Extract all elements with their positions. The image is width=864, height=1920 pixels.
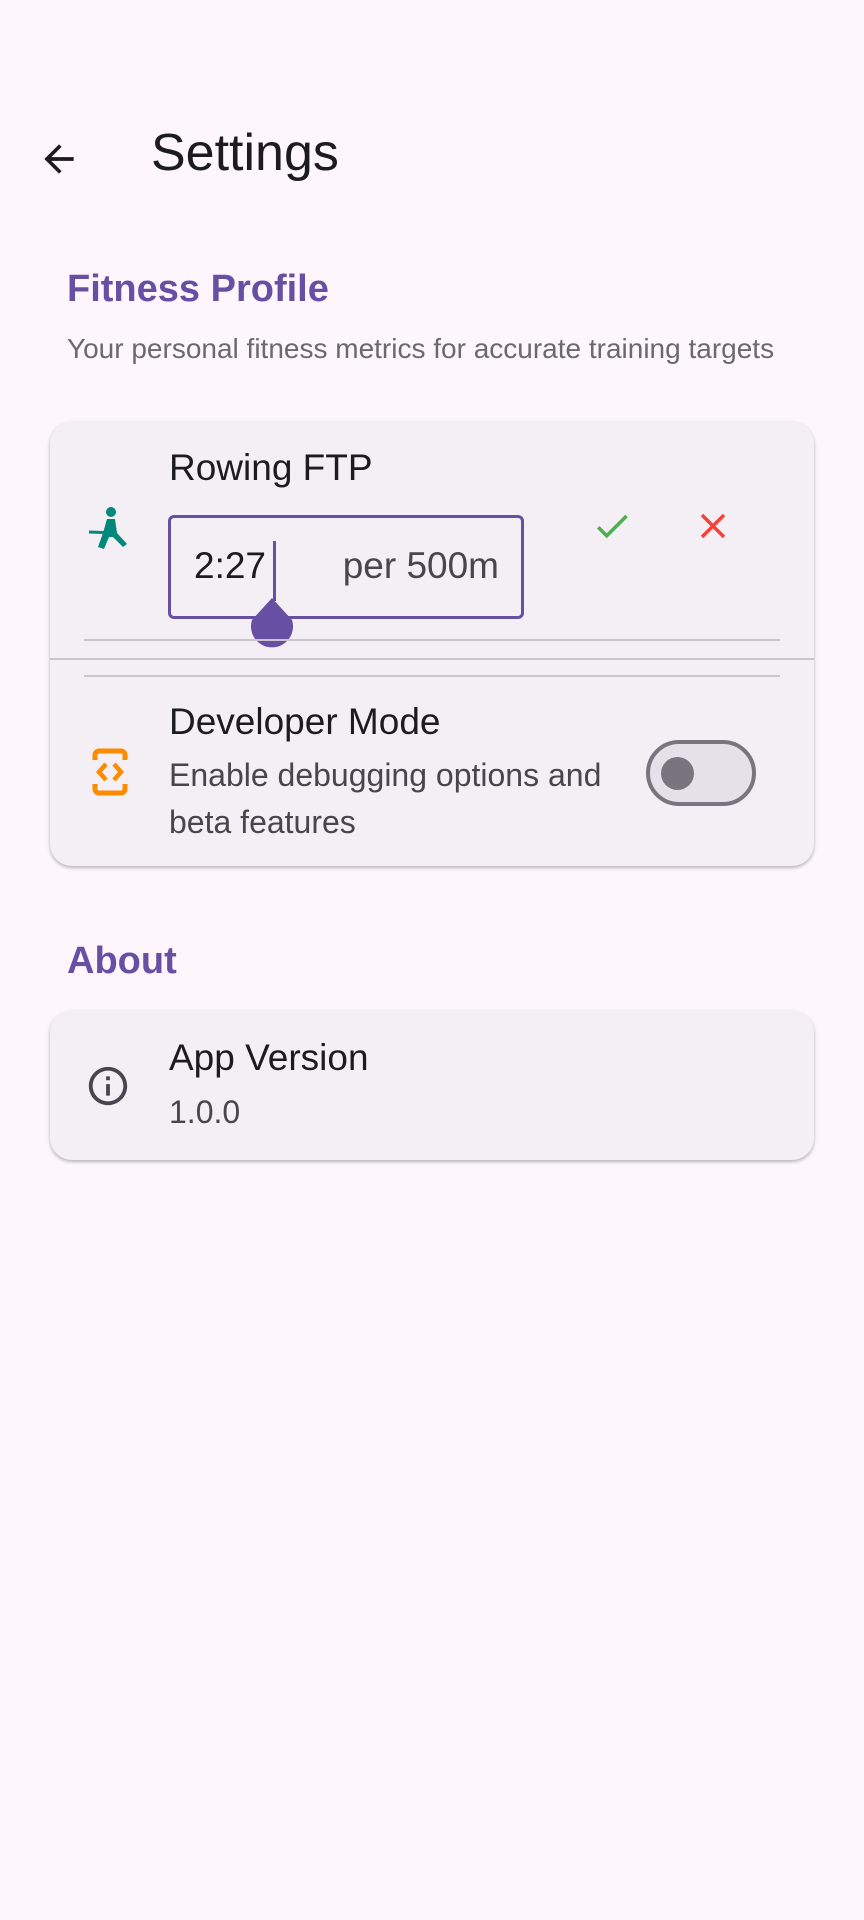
row-divider-inset: [84, 675, 780, 677]
fitness-profile-description: Your personal fitness metrics for accura…: [67, 333, 775, 364]
fitness-settings-card: Rowing FTP 2:27 per 500m Developer Mode …: [50, 422, 814, 866]
developer-mode-toggle[interactable]: [646, 740, 756, 806]
rowing-icon: [86, 507, 134, 556]
confirm-button[interactable]: [580, 494, 644, 558]
arrow-left-icon: [44, 144, 74, 174]
developer-mode-label: Developer Mode: [169, 701, 441, 742]
rowing-ftp-label: Rowing FTP: [169, 447, 373, 488]
rowing-ftp-value: 2:27: [194, 545, 267, 586]
developer-mode-description: Enable debugging options and beta featur…: [169, 757, 602, 840]
info-icon: [84, 1062, 132, 1110]
close-icon: [700, 513, 726, 539]
code-icon: [86, 748, 134, 796]
toggle-thumb: [661, 757, 694, 790]
app-version-label: App Version: [169, 1037, 369, 1078]
text-caret: [273, 541, 276, 601]
rowing-ftp-suffix: per 500m: [342, 545, 499, 586]
check-icon: [596, 514, 628, 539]
row-divider: [50, 658, 814, 660]
cancel-button[interactable]: [681, 494, 745, 558]
rowing-ftp-input[interactable]: 2:27 per 500m: [168, 515, 524, 619]
app-bar: Settings: [0, 110, 864, 196]
fitness-profile-heading: Fitness Profile: [67, 268, 329, 310]
about-card: App Version 1.0.0: [50, 1011, 814, 1160]
text-selection-handle[interactable]: [249, 598, 295, 654]
back-button[interactable]: [28, 128, 90, 190]
page-title: Settings: [151, 124, 339, 182]
field-underline: [84, 639, 780, 641]
about-heading: About: [67, 940, 177, 982]
app-version-value: 1.0.0: [169, 1094, 241, 1130]
